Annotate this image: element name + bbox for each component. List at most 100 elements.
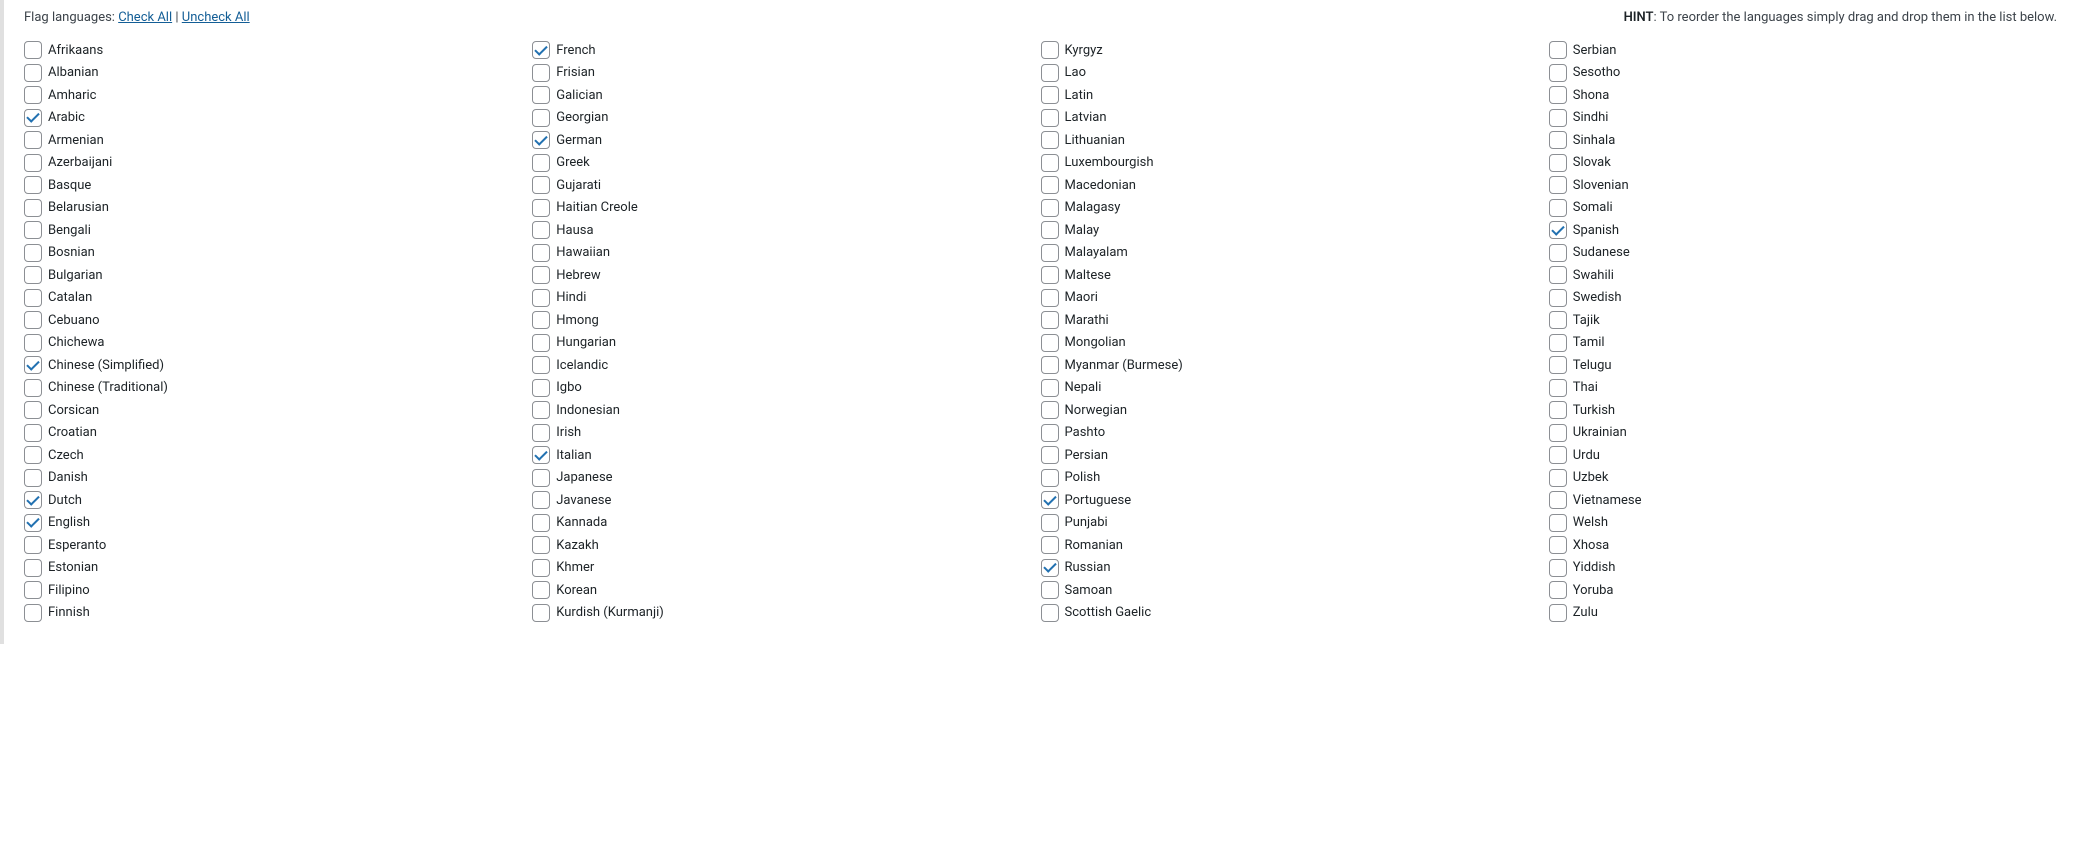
- language-checkbox[interactable]: [1041, 199, 1059, 217]
- language-checkbox[interactable]: [1041, 446, 1059, 464]
- language-checkbox[interactable]: [532, 514, 550, 532]
- language-checkbox[interactable]: [532, 154, 550, 172]
- language-checkbox[interactable]: [1549, 581, 1567, 599]
- language-item[interactable]: Tajik: [1549, 309, 2057, 332]
- language-checkbox[interactable]: [1041, 581, 1059, 599]
- language-item[interactable]: Corsican: [24, 399, 532, 422]
- language-item[interactable]: Czech: [24, 444, 532, 467]
- language-item[interactable]: Pashto: [1041, 422, 1549, 445]
- language-item[interactable]: Punjabi: [1041, 512, 1549, 535]
- check-all-link[interactable]: Check All: [118, 10, 172, 25]
- language-checkbox[interactable]: [24, 514, 42, 532]
- language-checkbox[interactable]: [1041, 64, 1059, 82]
- language-checkbox[interactable]: [532, 289, 550, 307]
- language-checkbox[interactable]: [532, 379, 550, 397]
- language-checkbox[interactable]: [1041, 424, 1059, 442]
- language-checkbox[interactable]: [24, 401, 42, 419]
- language-item[interactable]: Cebuano: [24, 309, 532, 332]
- language-item[interactable]: Korean: [532, 579, 1040, 602]
- language-item[interactable]: Bengali: [24, 219, 532, 242]
- language-checkbox[interactable]: [1549, 244, 1567, 262]
- language-checkbox[interactable]: [1041, 604, 1059, 622]
- language-item[interactable]: Norwegian: [1041, 399, 1549, 422]
- language-item[interactable]: Galician: [532, 84, 1040, 107]
- language-item[interactable]: Khmer: [532, 557, 1040, 580]
- language-item[interactable]: Greek: [532, 152, 1040, 175]
- language-item[interactable]: Filipino: [24, 579, 532, 602]
- language-item[interactable]: Hungarian: [532, 332, 1040, 355]
- language-checkbox[interactable]: [1041, 221, 1059, 239]
- language-item[interactable]: Sinhala: [1549, 129, 2057, 152]
- language-item[interactable]: Hausa: [532, 219, 1040, 242]
- language-item[interactable]: Icelandic: [532, 354, 1040, 377]
- language-checkbox[interactable]: [532, 469, 550, 487]
- language-checkbox[interactable]: [24, 244, 42, 262]
- language-checkbox[interactable]: [532, 64, 550, 82]
- language-item[interactable]: Kurdish (Kurmanji): [532, 602, 1040, 625]
- language-item[interactable]: Latin: [1041, 84, 1549, 107]
- language-checkbox[interactable]: [1041, 559, 1059, 577]
- language-item[interactable]: Frisian: [532, 62, 1040, 85]
- uncheck-all-link[interactable]: Uncheck All: [182, 10, 250, 25]
- language-checkbox[interactable]: [24, 86, 42, 104]
- language-item[interactable]: Croatian: [24, 422, 532, 445]
- language-item[interactable]: Sindhi: [1549, 107, 2057, 130]
- language-item[interactable]: Hmong: [532, 309, 1040, 332]
- language-item[interactable]: Yoruba: [1549, 579, 2057, 602]
- language-item[interactable]: Javanese: [532, 489, 1040, 512]
- language-item[interactable]: Lithuanian: [1041, 129, 1549, 152]
- language-item[interactable]: Estonian: [24, 557, 532, 580]
- language-item[interactable]: Kazakh: [532, 534, 1040, 557]
- language-checkbox[interactable]: [24, 334, 42, 352]
- language-checkbox[interactable]: [532, 559, 550, 577]
- language-item[interactable]: Russian: [1041, 557, 1549, 580]
- language-checkbox[interactable]: [532, 536, 550, 554]
- language-checkbox[interactable]: [24, 154, 42, 172]
- language-checkbox[interactable]: [1549, 41, 1567, 59]
- language-checkbox[interactable]: [532, 176, 550, 194]
- language-checkbox[interactable]: [532, 401, 550, 419]
- language-item[interactable]: Marathi: [1041, 309, 1549, 332]
- language-item[interactable]: Samoan: [1041, 579, 1549, 602]
- language-checkbox[interactable]: [532, 199, 550, 217]
- language-checkbox[interactable]: [1041, 86, 1059, 104]
- language-checkbox[interactable]: [1549, 176, 1567, 194]
- language-checkbox[interactable]: [24, 176, 42, 194]
- language-item[interactable]: Irish: [532, 422, 1040, 445]
- language-checkbox[interactable]: [1549, 356, 1567, 374]
- language-item[interactable]: Luxembourgish: [1041, 152, 1549, 175]
- language-checkbox[interactable]: [1549, 311, 1567, 329]
- language-item[interactable]: Armenian: [24, 129, 532, 152]
- language-checkbox[interactable]: [1041, 176, 1059, 194]
- language-item[interactable]: Thai: [1549, 377, 2057, 400]
- language-item[interactable]: German: [532, 129, 1040, 152]
- language-checkbox[interactable]: [1041, 514, 1059, 532]
- language-checkbox[interactable]: [1041, 401, 1059, 419]
- language-item[interactable]: Basque: [24, 174, 532, 197]
- language-checkbox[interactable]: [1041, 131, 1059, 149]
- language-item[interactable]: Hawaiian: [532, 242, 1040, 265]
- language-item[interactable]: Yiddish: [1549, 557, 2057, 580]
- language-checkbox[interactable]: [1041, 109, 1059, 127]
- language-item[interactable]: Macedonian: [1041, 174, 1549, 197]
- language-item[interactable]: Chinese (Simplified): [24, 354, 532, 377]
- language-checkbox[interactable]: [532, 221, 550, 239]
- language-checkbox[interactable]: [1549, 109, 1567, 127]
- language-item[interactable]: Persian: [1041, 444, 1549, 467]
- language-item[interactable]: Telugu: [1549, 354, 2057, 377]
- language-item[interactable]: Hebrew: [532, 264, 1040, 287]
- language-checkbox[interactable]: [1549, 334, 1567, 352]
- language-item[interactable]: Xhosa: [1549, 534, 2057, 557]
- language-item[interactable]: Scottish Gaelic: [1041, 602, 1549, 625]
- language-item[interactable]: Portuguese: [1041, 489, 1549, 512]
- language-item[interactable]: Slovak: [1549, 152, 2057, 175]
- language-item[interactable]: Malayalam: [1041, 242, 1549, 265]
- language-checkbox[interactable]: [1549, 154, 1567, 172]
- language-checkbox[interactable]: [532, 311, 550, 329]
- language-checkbox[interactable]: [24, 221, 42, 239]
- language-checkbox[interactable]: [1549, 491, 1567, 509]
- language-checkbox[interactable]: [1549, 604, 1567, 622]
- language-item[interactable]: Sudanese: [1549, 242, 2057, 265]
- language-checkbox[interactable]: [1041, 334, 1059, 352]
- language-checkbox[interactable]: [1549, 131, 1567, 149]
